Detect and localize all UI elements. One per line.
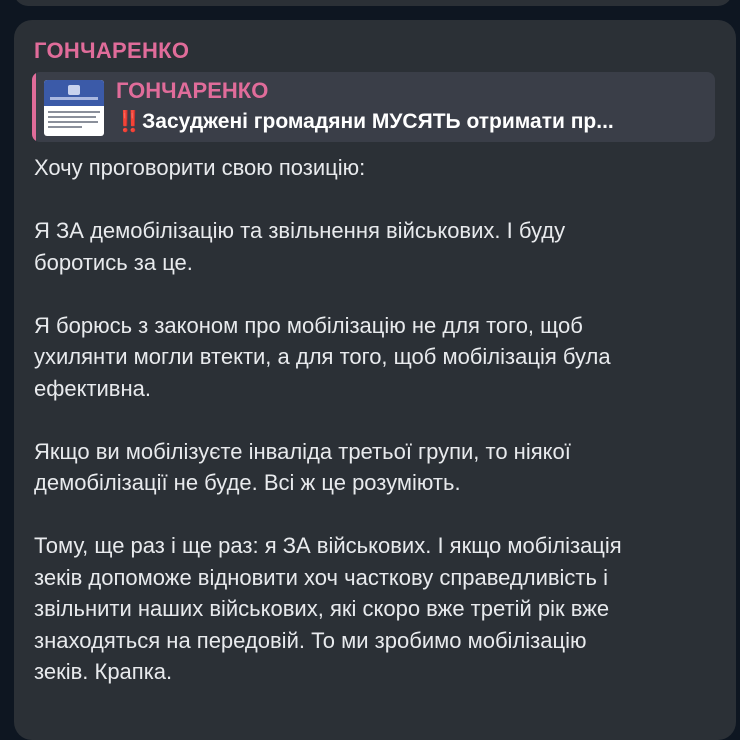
message-line: Я борюсь з законом про мобілізацію не дл…: [34, 312, 583, 338]
message-line: Якщо ви мобілізуєте інваліда третьої гру…: [34, 438, 571, 464]
message-paragraph: Хочу проговорити свою позицію:: [34, 152, 724, 184]
thumbnail-text-line: [48, 121, 98, 123]
message-line: зеків. Крапка.: [34, 659, 173, 684]
message-author[interactable]: ГОНЧАРЕНКО: [34, 38, 189, 64]
message-line: боротись за це.: [34, 249, 193, 275]
message-text: Хочу проговорити свою позицію: Я ЗА демоб…: [34, 152, 724, 688]
forwarded-author: ГОНЧАРЕНКО: [116, 78, 269, 103]
message-paragraph: Якщо ви мобілізуєте інваліда третьої гру…: [34, 436, 724, 499]
message-line: зеків допоможе відновити хоч часткову сп…: [34, 564, 608, 590]
message-paragraph: Я ЗА демобілізацію та звільнення військо…: [34, 215, 724, 278]
message-bubble: ГОНЧАРЕНКО ГОНЧАРЕНКО ‼️Засуджені громад…: [14, 20, 736, 740]
forwarded-text: ‼️Засуджені громадяни МУСЯТЬ отримати пр…: [116, 110, 706, 134]
message-line: ефективна.: [34, 375, 151, 401]
previous-message-bubble: [14, 0, 732, 6]
post-thumbnail: [44, 80, 104, 136]
message-line: Тому, ще раз і ще раз: я ЗА військових. …: [34, 533, 622, 558]
thumbnail-text-line: [48, 126, 82, 128]
thumbnail-header-band: [50, 97, 98, 100]
message-line: демобілізації не буде. Всі ж це розуміют…: [34, 470, 461, 495]
message-line: Я ЗА демобілізацію та звільнення військо…: [34, 218, 566, 243]
message-paragraph: Тому, ще раз і ще раз: я ЗА військових. …: [34, 530, 724, 688]
thumbnail-emblem-icon: [68, 85, 80, 95]
forwarded-post-preview[interactable]: ГОНЧАРЕНКО ‼️Засуджені громадяни МУСЯТЬ …: [32, 72, 715, 142]
message-line: знаходяться на передовій. То ми зробимо …: [34, 627, 587, 653]
message-line: звільнити наших військових, які скоро вж…: [34, 596, 610, 621]
forwarded-text-content: Засуджені громадяни МУСЯТЬ отримати пр..…: [142, 110, 614, 133]
message-paragraph: Я борюсь з законом про мобілізацію не дл…: [34, 310, 724, 405]
thumbnail-text-line: [48, 111, 100, 113]
quote-accent-bar: [32, 72, 36, 142]
message-line: ухилянти могли втекти, а для того, щоб м…: [34, 344, 611, 369]
double-exclamation-icon: ‼️: [116, 110, 143, 133]
thumbnail-text-line: [48, 116, 96, 118]
message-line: Хочу проговорити свою позицію:: [34, 155, 366, 180]
